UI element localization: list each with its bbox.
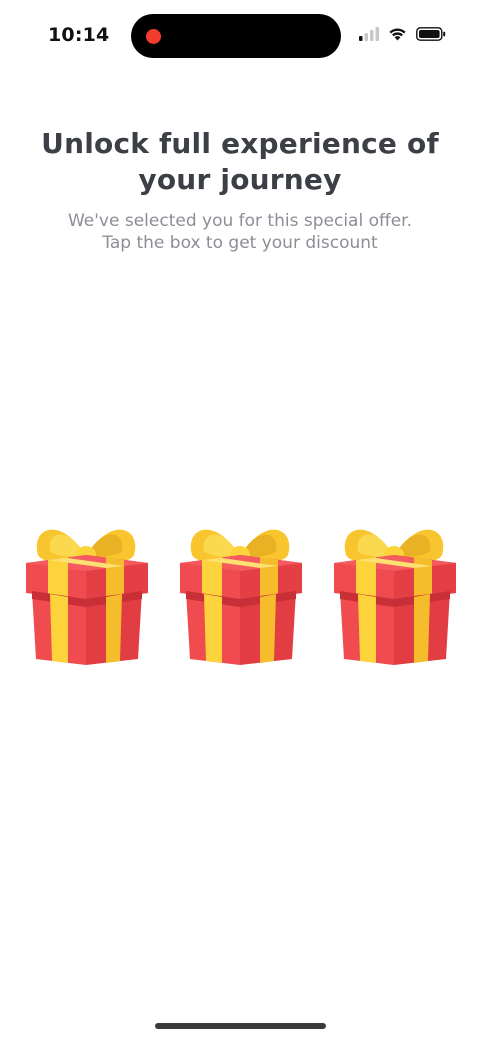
dynamic-island [131,14,341,58]
status-bar: 10:14 [0,0,480,72]
gift-box-icon [26,529,148,665]
gift-box-2[interactable] [176,505,308,671]
status-icons [359,27,446,41]
gift-box-3[interactable] [330,505,462,671]
signal-icon [359,27,379,41]
offer-subtitle: We've selected you for this special offe… [40,210,440,254]
offer-title: Unlock full experience of your journey [41,127,439,196]
wifi-icon [389,28,406,41]
recording-indicator-icon [146,29,161,44]
offer-subtitle-line-2: Tap the box to get your discount [102,233,378,253]
offer-screen: 10:14 Unlock full experience of your jou… [0,0,480,1040]
gift-box-icon [334,529,456,665]
battery-icon [416,27,446,41]
offer-subtitle-line-1: We've selected you for this special offe… [67,211,412,231]
home-indicator[interactable] [155,1023,326,1029]
gift-boxes-row [0,505,480,675]
status-time: 10:14 [48,24,110,46]
gift-box-1[interactable] [22,505,154,671]
gift-box-icon [180,529,302,665]
